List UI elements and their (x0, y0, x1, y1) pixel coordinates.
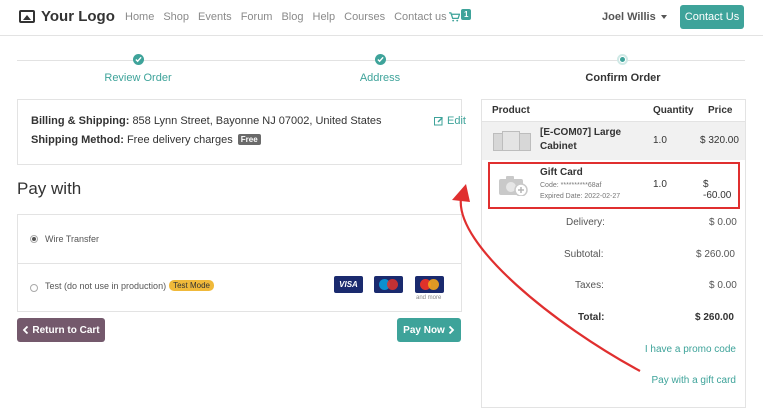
wire-transfer-label: Wire Transfer (45, 234, 100, 244)
billing-address: Billing & Shipping: 858 Lynn Street, Bay… (31, 115, 382, 127)
edit-label: Edit (447, 115, 466, 127)
cart-link[interactable]: 1 (449, 9, 472, 22)
header-quantity: Quantity (653, 105, 694, 116)
summary-header: Product Quantity Price (482, 100, 745, 122)
total-label: Total: (578, 312, 605, 323)
and-more-text: and more (416, 295, 442, 301)
delivery-label: Delivery: (566, 217, 605, 228)
return-to-cart-button[interactable]: Return to Cart (17, 318, 105, 342)
pay-now-button[interactable]: Pay Now (397, 318, 461, 342)
logo-text: Your Logo (41, 8, 115, 25)
gift-card-code: Code: **********68af (540, 182, 602, 189)
gift-card-expiry: Expired Date: 2022-02-27 (540, 193, 621, 200)
nav-link-contact-us[interactable]: Contact us (394, 11, 447, 23)
gift-card-link[interactable]: Pay with a gift card (652, 375, 736, 386)
nav-link-events[interactable]: Events (198, 11, 232, 23)
taxes-label: Taxes: (575, 280, 604, 291)
nav-link-forum[interactable]: Forum (241, 11, 273, 23)
step-done-check-icon (375, 54, 386, 65)
gift-card-quantity: 1.0 (653, 179, 667, 190)
shipping-method: Shipping Method: Free delivery charges F… (31, 134, 261, 146)
payment-options: Wire Transfer Test (do not use in produc… (17, 214, 462, 312)
user-name: Joel Willis (602, 11, 656, 23)
cabinet-product-image (493, 131, 531, 151)
wire-transfer-radio[interactable] (30, 235, 38, 243)
shipping-label: Shipping Method: (31, 134, 124, 146)
nav-links: Home Shop Events Forum Blog Help Courses… (125, 11, 456, 23)
step-current-dot-icon (617, 54, 628, 65)
billing-value: 858 Lynn Street, Bayonne NJ 07002, Unite… (132, 115, 382, 127)
taxes-value: $ 0.00 (709, 280, 737, 291)
shipping-value: Free delivery charges (126, 134, 233, 146)
chevron-right-icon (448, 326, 455, 334)
pay-with-heading: Pay with (17, 179, 82, 198)
header-price: Price (708, 105, 733, 116)
free-badge: Free (237, 134, 261, 145)
test-label-text: Test (do not use in production) (45, 281, 167, 291)
subtotal-value: $ 260.00 (696, 249, 735, 260)
nav-link-courses[interactable]: Courses (344, 11, 385, 23)
cabinet-price: $ 320.00 (700, 135, 739, 146)
chevron-left-icon (23, 326, 29, 334)
test-radio[interactable] (30, 284, 38, 292)
visa-card-icon: VISA (334, 276, 363, 293)
order-line-cabinet: [E-COM07] Large Cabinet 1.0 $ 320.00 (482, 122, 745, 160)
order-line-gift-card: Gift Card Code: **********68af Expired D… (488, 162, 740, 209)
step-confirm-order: Confirm Order (585, 72, 661, 84)
nav-link-shop[interactable]: Shop (163, 11, 189, 23)
step-done-check-icon (133, 54, 144, 65)
subtotal-label: Subtotal: (564, 249, 604, 260)
nav-link-help[interactable]: Help (313, 11, 336, 23)
gift-card-info: Gift Card Code: **********68af Expired D… (540, 166, 620, 202)
return-label: Return to Cart (32, 324, 100, 336)
camera-plus-icon (499, 176, 528, 196)
pay-now-label: Pay Now (403, 324, 445, 336)
gift-card-name: Gift Card (540, 167, 583, 178)
billing-shipping-box: Billing & Shipping: 858 Lynn Street, Bay… (17, 99, 466, 165)
edit-address-link[interactable]: Edit (434, 115, 466, 127)
cart-icon (449, 12, 460, 22)
promo-code-link[interactable]: I have a promo code (645, 344, 736, 355)
header-product: Product (492, 105, 530, 116)
test-mode-badge: Test Mode (169, 280, 214, 291)
edit-icon (434, 117, 443, 126)
image-icon (19, 10, 35, 23)
cabinet-quantity: 1.0 (653, 135, 667, 146)
maestro-card-icon (374, 276, 403, 293)
contact-us-button[interactable]: Contact Us (680, 5, 744, 29)
cart-count-badge: 1 (461, 9, 472, 20)
user-menu[interactable]: Joel Willis (602, 11, 667, 23)
billing-label: Billing & Shipping: (31, 115, 130, 127)
step-review-order[interactable]: Review Order (104, 72, 171, 84)
delivery-value: $ 0.00 (709, 217, 737, 228)
order-summary: Product Quantity Price [E-COM07] Large C… (481, 99, 746, 408)
cabinet-name: [E-COM07] Large Cabinet (540, 127, 622, 152)
gift-card-price: $ -60.00 (703, 179, 732, 201)
payment-option-wire-transfer[interactable]: Wire Transfer (18, 215, 461, 264)
test-option-label: Test (do not use in production) Test Mode (45, 280, 214, 291)
mastercard-card-icon (415, 276, 444, 293)
step-address[interactable]: Address (360, 72, 400, 84)
navbar: Your Logo Home Shop Events Forum Blog He… (0, 0, 763, 36)
logo[interactable]: Your Logo (19, 8, 115, 25)
payment-option-test[interactable]: Test (do not use in production) Test Mode… (18, 264, 461, 312)
total-value: $ 260.00 (695, 312, 734, 323)
nav-link-blog[interactable]: Blog (281, 11, 303, 23)
nav-link-home[interactable]: Home (125, 11, 154, 23)
caret-down-icon (660, 15, 667, 20)
